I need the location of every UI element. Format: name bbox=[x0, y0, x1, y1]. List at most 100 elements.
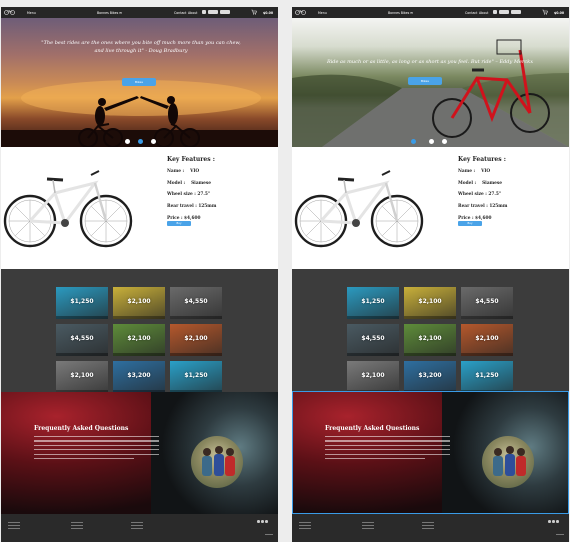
gallery-tile[interactable]: $2,100 bbox=[170, 324, 222, 356]
menu-link[interactable]: Menu bbox=[318, 11, 327, 15]
footer-column bbox=[131, 520, 143, 529]
tile-price: $4,550 bbox=[361, 335, 385, 342]
cyclists-photo bbox=[482, 436, 534, 488]
gallery-tile[interactable]: $1,250 bbox=[347, 287, 399, 319]
facebook-icon[interactable] bbox=[556, 520, 559, 523]
hero-bikes-button[interactable]: Bikes bbox=[408, 77, 442, 85]
carousel-dots bbox=[121, 139, 161, 145]
tile-caption-bar bbox=[113, 316, 165, 319]
nav-toggle[interactable] bbox=[493, 10, 497, 14]
footer-column bbox=[8, 520, 20, 529]
hero-bikes-button[interactable]: Bikes bbox=[122, 78, 156, 86]
nav-button[interactable] bbox=[511, 10, 521, 14]
brand-title[interactable]: Bonnes Bikes ✉ bbox=[97, 11, 122, 15]
tile-price: $2,100 bbox=[418, 335, 442, 342]
page-preview-left: Menu Bonnes Bikes ✉ Contact About $0.00 bbox=[1, 7, 278, 542]
tile-caption-bar bbox=[461, 353, 513, 356]
instagram-icon[interactable] bbox=[257, 520, 260, 523]
tile-price: $3,200 bbox=[127, 372, 151, 379]
gallery-tile[interactable]: $4,550 bbox=[170, 287, 222, 319]
bike-gallery: $1,250 $2,100 $4,550 $4,550 $2,100 $2,100 $2,1… bbox=[292, 269, 569, 393]
feature-value: Siamese bbox=[482, 180, 503, 186]
carousel-dot[interactable] bbox=[442, 139, 447, 144]
buy-button[interactable]: Buy bbox=[458, 221, 482, 226]
cart-icon[interactable] bbox=[542, 9, 548, 15]
twitter-icon[interactable] bbox=[261, 520, 264, 523]
gallery-tile[interactable]: $4,550 bbox=[56, 324, 108, 356]
instagram-icon[interactable] bbox=[548, 520, 551, 523]
tile-price: $2,100 bbox=[184, 335, 208, 342]
contact-link[interactable]: Contact bbox=[465, 11, 477, 15]
tile-caption-bar bbox=[347, 316, 399, 319]
gallery-tile[interactable]: $2,100 bbox=[404, 287, 456, 319]
gallery-tile[interactable]: $2,100 bbox=[113, 324, 165, 356]
carousel-dot[interactable] bbox=[429, 139, 434, 144]
feature-name: Name : VIO bbox=[167, 169, 216, 174]
tile-caption-bar bbox=[56, 316, 108, 319]
bike-logo-icon[interactable] bbox=[295, 9, 306, 15]
feature-price: Price : $4,600 bbox=[167, 215, 201, 221]
gallery-tile[interactable]: $3,200 bbox=[113, 361, 165, 393]
feature-wheel: Wheel size : 27.5" bbox=[167, 192, 211, 198]
carousel-dot[interactable] bbox=[138, 139, 143, 144]
twitter-icon[interactable] bbox=[552, 520, 555, 523]
contact-link[interactable]: Contact bbox=[174, 11, 186, 15]
carousel-dot[interactable] bbox=[125, 139, 130, 144]
buy-button[interactable]: Buy bbox=[167, 221, 191, 226]
feature-model: Model : Siamese bbox=[167, 181, 216, 186]
gallery-tile[interactable]: $4,550 bbox=[347, 324, 399, 356]
tile-price: $1,250 bbox=[70, 298, 94, 305]
tile-price: $3,200 bbox=[418, 372, 442, 379]
tile-price: $2,100 bbox=[475, 335, 499, 342]
tile-caption-bar bbox=[461, 316, 513, 319]
about-link[interactable]: About bbox=[479, 11, 488, 15]
tile-price: $2,100 bbox=[361, 372, 385, 379]
footer-column bbox=[71, 520, 83, 529]
feature-model: Model : Siamese bbox=[458, 181, 507, 186]
gallery-tile[interactable]: $4,550 bbox=[461, 287, 513, 319]
nav-toggle[interactable] bbox=[202, 10, 206, 14]
cart-total: $0.00 bbox=[263, 10, 274, 15]
feature-label: Model : bbox=[167, 180, 186, 186]
top-navbar: Menu Bonnes Bikes ✉ Contact About $0.00 bbox=[292, 7, 569, 18]
gallery-tile[interactable]: $1,250 bbox=[461, 361, 513, 393]
about-link[interactable]: About bbox=[188, 11, 197, 15]
menu-link[interactable]: Menu bbox=[27, 11, 36, 15]
cyclists-photo bbox=[191, 436, 243, 488]
gallery-tile[interactable]: $3,200 bbox=[404, 361, 456, 393]
bike-product-image bbox=[294, 170, 424, 248]
carousel-dot[interactable] bbox=[151, 139, 156, 144]
nav-button[interactable] bbox=[499, 10, 509, 14]
hero-carousel: Ride as much or as little, as long or as… bbox=[292, 18, 569, 147]
gallery-tile[interactable]: $1,250 bbox=[170, 361, 222, 393]
gallery-tile[interactable]: $2,100 bbox=[347, 361, 399, 393]
tile-price: $4,550 bbox=[184, 298, 208, 305]
tile-caption-bar bbox=[56, 353, 108, 356]
tile-caption-bar bbox=[404, 353, 456, 356]
social-icons bbox=[548, 520, 560, 524]
gallery-tile[interactable]: $2,100 bbox=[461, 324, 513, 356]
hero-carousel: "The best rides are the ones where you b… bbox=[1, 18, 278, 147]
gallery-tile[interactable]: $2,100 bbox=[56, 361, 108, 393]
key-features-heading: Key Features : bbox=[167, 156, 215, 163]
gallery-tile[interactable]: $1,250 bbox=[56, 287, 108, 319]
nav-button[interactable] bbox=[208, 10, 218, 14]
faq-heading: Frequently Asked Questions bbox=[325, 425, 420, 432]
footer-column bbox=[362, 520, 374, 529]
cart-total: $0.00 bbox=[554, 10, 565, 15]
nav-button[interactable] bbox=[220, 10, 230, 14]
footer-copyright bbox=[265, 534, 273, 535]
hero-quote: Ride as much or as little, as long or as… bbox=[326, 59, 534, 65]
carousel-dot[interactable] bbox=[411, 139, 416, 144]
footer-copyright bbox=[556, 534, 564, 535]
tile-caption-bar bbox=[170, 353, 222, 356]
gallery-tile[interactable]: $2,100 bbox=[404, 324, 456, 356]
facebook-icon[interactable] bbox=[265, 520, 268, 523]
footer-column bbox=[299, 520, 311, 529]
feature-label: Name : bbox=[458, 169, 476, 174]
cart-icon[interactable] bbox=[251, 9, 257, 15]
feature-label: Name : bbox=[167, 169, 185, 174]
gallery-tile[interactable]: $2,100 bbox=[113, 287, 165, 319]
brand-title[interactable]: Bonnes Bikes ✉ bbox=[388, 11, 413, 15]
bike-logo-icon[interactable] bbox=[4, 9, 15, 15]
